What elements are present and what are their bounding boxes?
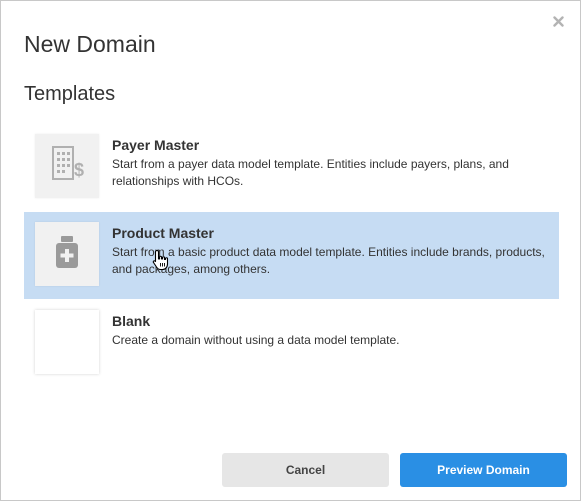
template-thumbnail <box>35 222 99 286</box>
medicine-bottle-icon <box>54 235 80 274</box>
svg-text:$: $ <box>74 160 84 180</box>
template-thumbnail: $ <box>35 134 99 198</box>
template-description: Start from a basic product data model te… <box>112 245 545 276</box>
template-blank[interactable]: Blank Create a domain without using a da… <box>24 300 559 387</box>
template-payer-master[interactable]: $ Payer Master Start from a payer data m… <box>24 124 559 211</box>
preview-domain-button[interactable]: Preview Domain <box>400 453 567 487</box>
dialog-title: New Domain <box>24 31 156 57</box>
building-dollar-icon: $ <box>49 145 85 188</box>
close-icon[interactable] <box>550 13 566 29</box>
blank-icon <box>35 310 99 374</box>
template-product-master[interactable]: Product Master Start from a basic produc… <box>24 212 559 299</box>
template-description: Create a domain without using a data mod… <box>112 333 400 347</box>
template-description: Start from a payer data model template. … <box>112 157 509 188</box>
template-name: Blank <box>112 313 151 329</box>
template-name: Payer Master <box>112 137 200 153</box>
cancel-button[interactable]: Cancel <box>222 453 389 487</box>
template-name: Product Master <box>112 225 214 241</box>
templates-heading: Templates <box>24 83 116 105</box>
new-domain-dialog: New Domain Templates $ Payer Master Star… <box>0 0 581 501</box>
